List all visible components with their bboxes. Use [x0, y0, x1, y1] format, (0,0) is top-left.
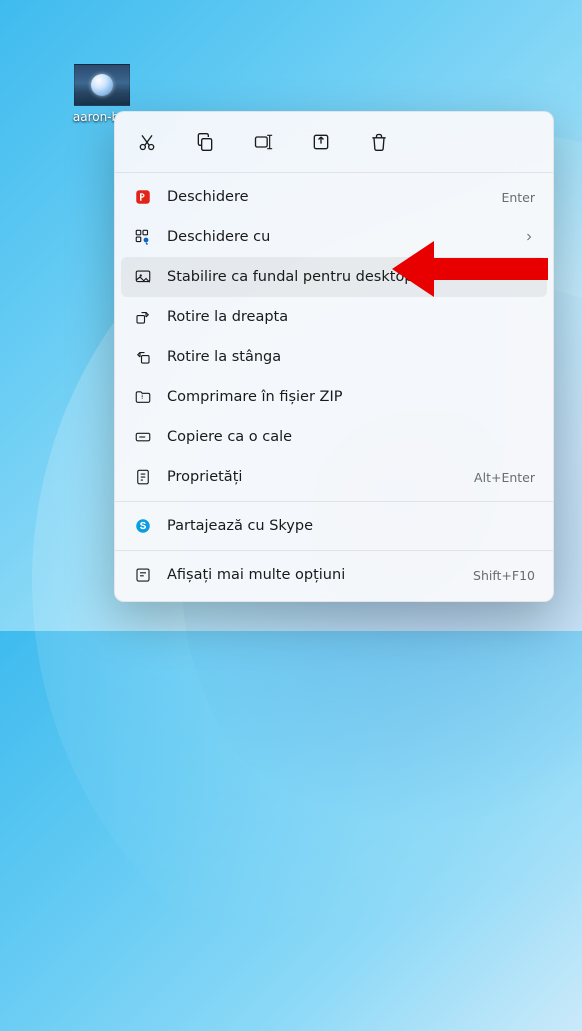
- cut-icon[interactable]: [129, 124, 165, 160]
- menu-item-rotate-right[interactable]: Rotire la dreapta: [121, 297, 547, 337]
- zip-icon: [133, 387, 153, 407]
- quick-action-row: [121, 118, 547, 168]
- menu-item-label: Proprietăți: [167, 469, 474, 485]
- menu-item-accel: Enter: [501, 190, 535, 205]
- separator: [115, 550, 553, 551]
- separator: [115, 501, 553, 502]
- menu-item-label: Deschidere: [167, 189, 501, 205]
- menu-item-accel: Alt+Enter: [474, 470, 535, 485]
- rename-icon[interactable]: [245, 124, 281, 160]
- menu-item-label: Afișați mai multe opțiuni: [167, 567, 473, 583]
- rotate-right-icon: [133, 307, 153, 327]
- path-icon: [133, 427, 153, 447]
- chevron-right-icon: [523, 231, 535, 243]
- menu-item-show-more[interactable]: Afișați mai multe opțiuni Shift+F10: [121, 555, 547, 595]
- share-icon[interactable]: [303, 124, 339, 160]
- menu-item-label: Rotire la dreapta: [167, 309, 535, 325]
- menu-item-accel: Shift+F10: [473, 568, 535, 583]
- menu-item-label: Copiere ca o cale: [167, 429, 535, 445]
- menu-item-label: Deschidere cu: [167, 229, 523, 245]
- menu-item-compress-zip[interactable]: Comprimare în fișier ZIP: [121, 377, 547, 417]
- copy-icon[interactable]: [187, 124, 223, 160]
- menu-item-label: Comprimare în fișier ZIP: [167, 389, 535, 405]
- separator: [115, 172, 553, 173]
- menu-item-open[interactable]: Deschidere Enter: [121, 177, 547, 217]
- menu-item-rotate-left[interactable]: Rotire la stânga: [121, 337, 547, 377]
- skype-icon: [133, 516, 153, 536]
- menu-item-skype-share[interactable]: Partajează cu Skype: [121, 506, 547, 546]
- thumbnail: [74, 64, 130, 106]
- image-icon: [133, 267, 153, 287]
- more-options-icon: [133, 565, 153, 585]
- menu-item-copy-as-path[interactable]: Copiere ca o cale: [121, 417, 547, 457]
- properties-icon: [133, 467, 153, 487]
- rotate-left-icon: [133, 347, 153, 367]
- menu-item-label: Partajează cu Skype: [167, 518, 535, 534]
- open-app-icon: [133, 187, 153, 207]
- menu-item-open-with[interactable]: Deschidere cu: [121, 217, 547, 257]
- open-with-icon: [133, 227, 153, 247]
- menu-item-label: Stabilire ca fundal pentru desktop: [167, 269, 535, 285]
- menu-item-properties[interactable]: Proprietăți Alt+Enter: [121, 457, 547, 497]
- context-menu: Deschidere Enter Deschidere cu Stabilire…: [114, 111, 554, 602]
- delete-icon[interactable]: [361, 124, 397, 160]
- menu-item-set-desktop-background[interactable]: Stabilire ca fundal pentru desktop: [121, 257, 547, 297]
- menu-item-label: Rotire la stânga: [167, 349, 535, 365]
